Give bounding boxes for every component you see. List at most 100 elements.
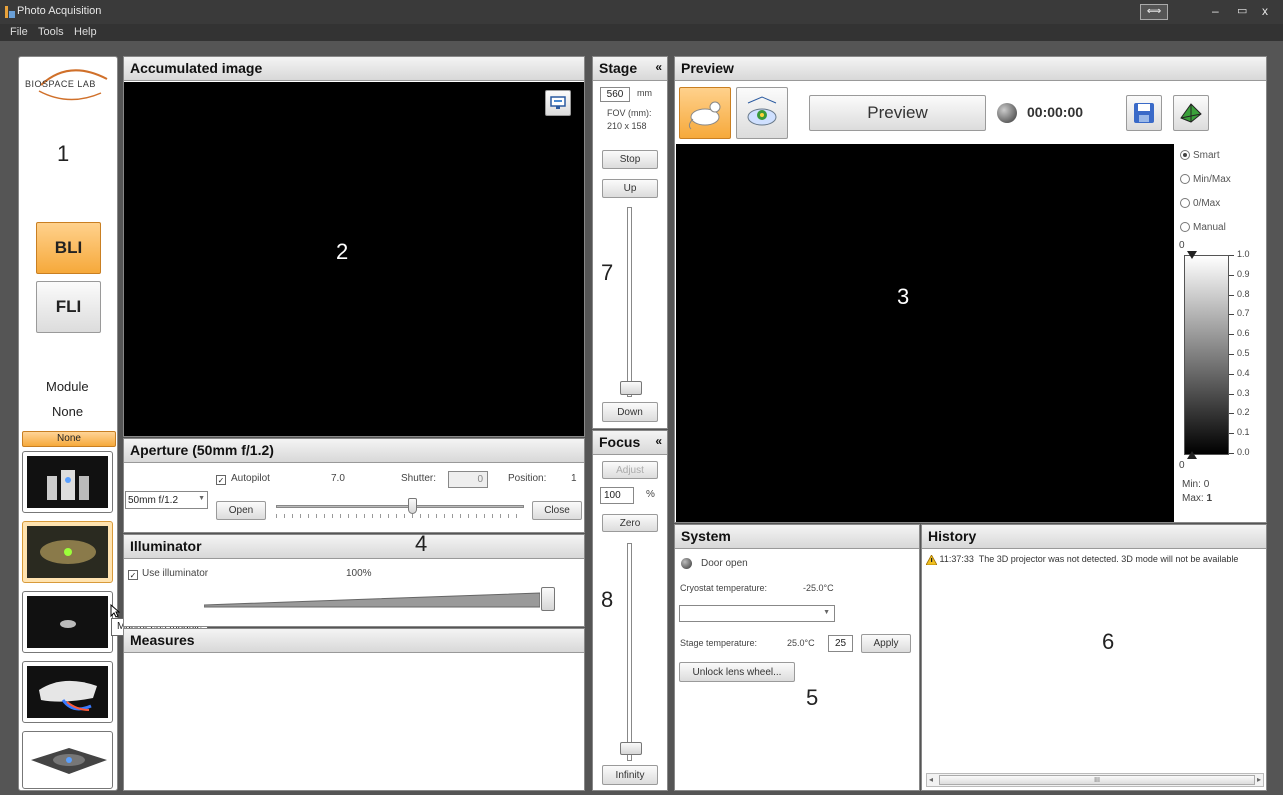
preview-header: Preview: [675, 57, 1266, 81]
stage-slider-thumb[interactable]: [620, 381, 642, 395]
scale-bottom-label: 0: [1179, 460, 1185, 471]
scroll-thumb[interactable]: III: [939, 775, 1255, 785]
sidebar: BIOSPACE LAB 1 BLI FLI Module None None: [18, 56, 118, 791]
position-value: 1: [571, 473, 577, 484]
menu-help[interactable]: Help: [74, 26, 97, 38]
focus-header: Focus «: [593, 431, 667, 455]
stage-stop-button[interactable]: Stop: [602, 150, 658, 169]
focus-zero-button[interactable]: Zero: [602, 514, 658, 532]
illuminator-panel: Illuminator 4 ✓ Use illuminator 100%: [123, 531, 585, 627]
color-scale-handle-bottom[interactable]: [1187, 451, 1197, 459]
scale-mode-manual[interactable]: Manual: [1180, 222, 1226, 233]
focus-adjust-button[interactable]: Adjust: [602, 461, 658, 479]
annotation-4: 4: [415, 531, 428, 556]
menu-bar: File Tools Help: [0, 24, 1283, 41]
stage-collapse-button[interactable]: «: [655, 60, 662, 74]
lens-select[interactable]: 50mm f/1.2 ▼: [125, 491, 208, 509]
module-thumb-standard[interactable]: [22, 451, 113, 513]
scale-tick-mark: [1229, 314, 1234, 316]
preview-timer: 00:00:00: [1027, 104, 1084, 120]
shutter-field[interactable]: 0: [448, 471, 488, 488]
module-thumb-platform[interactable]: [22, 731, 113, 789]
autopilot-checkbox[interactable]: ✓: [216, 475, 226, 485]
scale-tick-label: 0.1: [1237, 427, 1250, 438]
system-dropdown[interactable]: ▼: [679, 605, 835, 622]
maximize-button[interactable]: ▭: [1237, 4, 1247, 17]
save-icon[interactable]: [1126, 95, 1162, 131]
fov-value: 210 x 158: [607, 121, 647, 131]
scale-tick-mark: [1229, 294, 1234, 296]
focus-collapse-button[interactable]: «: [655, 434, 662, 448]
minimize-button[interactable]: –: [1212, 4, 1219, 18]
color-scale-ticks: 1.0 0.9 0.8 0.7 0.6 0.5 0.4 0.3 0.2 0.1 0.0: [1229, 249, 1265, 460]
3d-mesh-icon[interactable]: [1173, 95, 1209, 131]
illuminator-percent: 100%: [346, 568, 372, 579]
unlock-lens-wheel-button[interactable]: Unlock lens wheel...: [679, 662, 795, 682]
bli-button[interactable]: BLI: [36, 222, 101, 274]
scale-mode-minmax[interactable]: Min/Max: [1180, 174, 1231, 185]
window-title: Photo Acquisition: [17, 5, 102, 17]
aperture-close-button[interactable]: Close: [532, 501, 582, 520]
mouse-cursor: [110, 604, 120, 618]
scroll-right-arrow[interactable]: ▸: [1257, 775, 1261, 784]
focus-slider-track[interactable]: [627, 543, 632, 761]
stage-slider-track[interactable]: [627, 207, 632, 397]
biospace-logo: BIOSPACE LAB: [21, 63, 117, 103]
module-none-bar[interactable]: None: [22, 431, 116, 447]
close-button[interactable]: x: [1262, 4, 1268, 18]
scale-tick-label: 0.7: [1237, 308, 1250, 319]
focus-infinity-button[interactable]: Infinity: [602, 765, 658, 785]
focus-slider-thumb[interactable]: [620, 742, 642, 755]
mouse-bli-icon[interactable]: [679, 87, 731, 139]
annotation-7: 7: [601, 260, 614, 285]
scale-mode-smart[interactable]: Smart: [1180, 150, 1220, 161]
illuminator-slider-thumb[interactable]: [541, 587, 555, 611]
scroll-left-arrow[interactable]: ◂: [929, 775, 933, 784]
aperture-slider-thumb[interactable]: [408, 498, 418, 514]
focus-title: Focus: [599, 434, 641, 450]
aperture-open-button[interactable]: Open: [216, 501, 266, 520]
color-scale-bar: [1184, 255, 1229, 455]
annotation-2: 2: [336, 239, 349, 264]
preview-button[interactable]: Preview: [809, 95, 986, 131]
aperture-slider-ticks: [276, 514, 524, 518]
history-message: The 3D projector was not detected. 3D mo…: [978, 554, 1239, 564]
aperture-slider-track[interactable]: [276, 505, 524, 508]
radio-manual[interactable]: [1180, 222, 1190, 233]
history-time: 11:37:33: [939, 554, 974, 564]
measures-panel: Measures: [123, 628, 585, 791]
scale-mode-0max[interactable]: 0/Max: [1180, 198, 1220, 209]
restore-button[interactable]: ⟺: [1140, 4, 1168, 20]
history-horizontal-scrollbar[interactable]: ◂ III ▸: [926, 773, 1264, 787]
use-illuminator-checkbox[interactable]: ✓: [128, 570, 138, 580]
monitor-icon[interactable]: [545, 90, 571, 116]
scale-tick-label: 0.8: [1237, 288, 1250, 299]
fov-label: FOV (mm):: [607, 108, 652, 118]
aperture-panel: Aperture (50mm f/1.2) ✓ Autopilot 7.0 Sh…: [123, 438, 585, 533]
stage-temp-apply-button[interactable]: Apply: [861, 634, 911, 653]
stage-up-button[interactable]: Up: [602, 179, 658, 198]
fli-button[interactable]: FLI: [36, 281, 101, 333]
accumulated-header: Accumulated image: [124, 57, 584, 81]
module-thumb-3d[interactable]: [22, 661, 113, 723]
menu-file[interactable]: File: [10, 26, 28, 38]
radio-smart[interactable]: [1180, 150, 1190, 161]
stage-down-button[interactable]: Down: [602, 402, 658, 422]
radio-0max[interactable]: [1180, 198, 1190, 209]
color-scale-handle-top[interactable]: [1187, 251, 1197, 259]
illuminator-slider-ramp[interactable]: [204, 591, 540, 609]
stage-distance-field[interactable]: 560: [600, 87, 630, 102]
stage-distance-unit: mm: [637, 88, 652, 98]
module-thumb-single[interactable]: [22, 591, 113, 653]
cryostat-value: -25.0°C: [803, 583, 834, 593]
mouse-3d-icon[interactable]: [736, 87, 788, 139]
module-thumb-macrolens[interactable]: [22, 521, 113, 583]
focus-value-field[interactable]: 100: [600, 487, 634, 504]
measures-header: Measures: [124, 629, 584, 653]
radio-minmax[interactable]: [1180, 174, 1190, 185]
annotation-6: 6: [1102, 629, 1115, 654]
stage-temp-input[interactable]: 25: [828, 635, 853, 652]
accumulated-image: [124, 82, 584, 436]
menu-tools[interactable]: Tools: [38, 26, 64, 38]
min-value: 0: [1203, 479, 1210, 490]
